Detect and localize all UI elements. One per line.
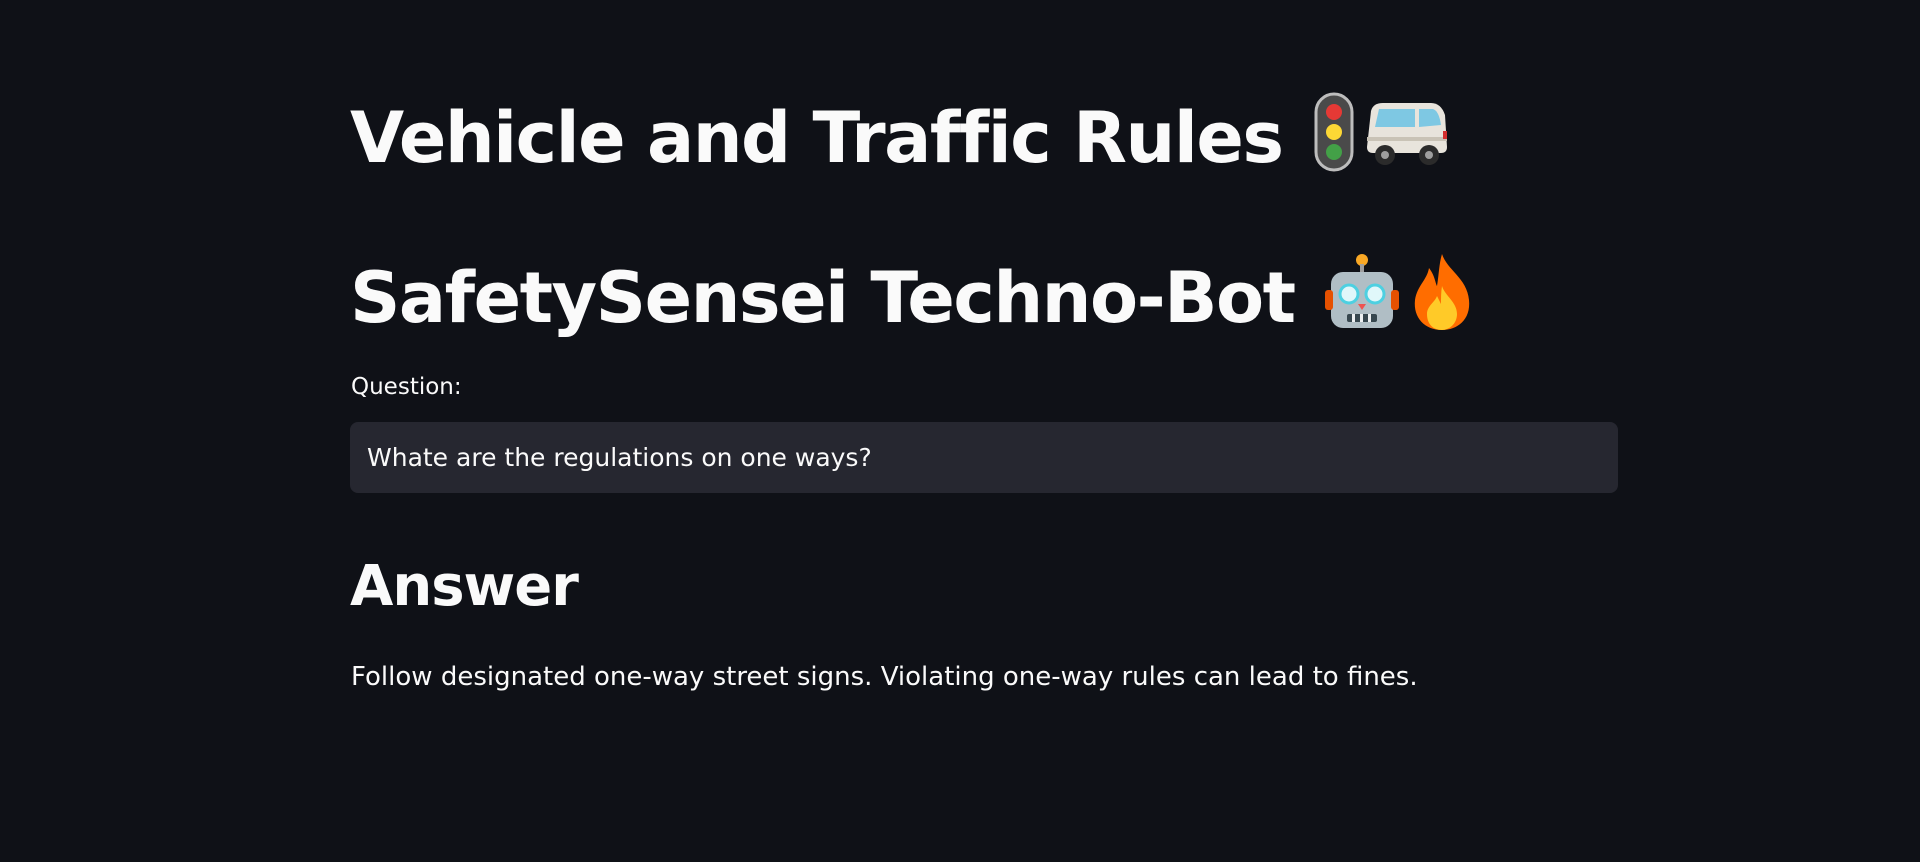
fire-icon [1409, 252, 1475, 343]
minibus-icon [1365, 97, 1449, 178]
page-title-text: Vehicle and Traffic Rules [350, 96, 1284, 179]
page-subtitle: SafetySensei Techno-Bot [350, 252, 1475, 343]
page-subtitle-text: SafetySensei Techno-Bot [350, 256, 1296, 339]
question-input[interactable] [367, 443, 1601, 472]
traffic-light-icon [1313, 92, 1355, 183]
robot-icon [1324, 252, 1399, 343]
question-input-container[interactable] [350, 422, 1618, 493]
answer-text: Follow designated one-way street signs. … [351, 662, 1418, 692]
page-title: Vehicle and Traffic Rules [350, 92, 1449, 183]
question-label: Question: [351, 374, 462, 400]
answer-heading: Answer [350, 554, 579, 619]
